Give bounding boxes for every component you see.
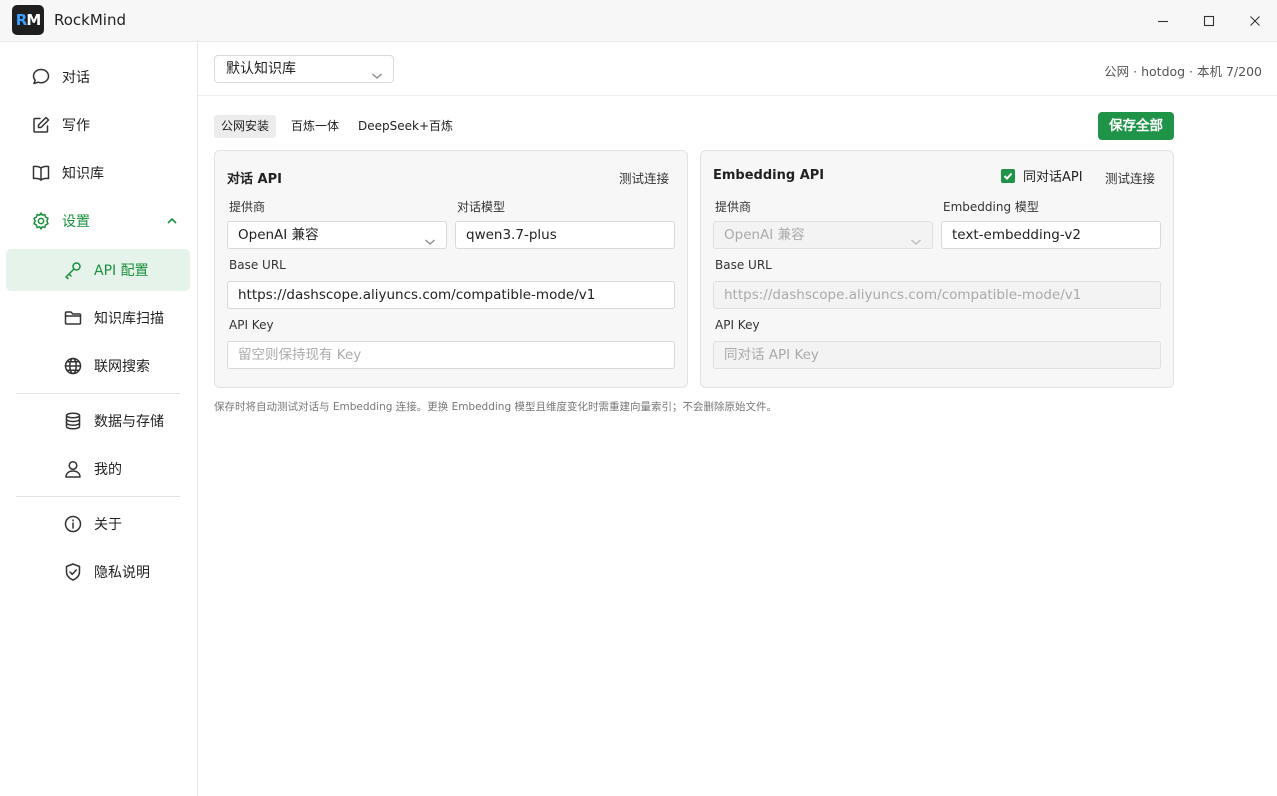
- base-url-label: Base URL: [229, 258, 286, 272]
- api-key-label: API Key: [715, 318, 760, 332]
- sidebar-item-label: 对话: [62, 70, 90, 86]
- maximize-button[interactable]: [1194, 6, 1224, 36]
- sidebar-item-label: 写作: [62, 118, 90, 134]
- gear-icon: [30, 210, 52, 232]
- sidebar-item-kb-scan[interactable]: 知识库扫描: [6, 297, 190, 339]
- save-all-button[interactable]: 保存全部: [1098, 112, 1174, 140]
- sidebar-item-label: 知识库: [62, 166, 104, 182]
- same-as-chat-label: 同对话API: [1023, 170, 1083, 185]
- chevron-down-icon: [371, 64, 383, 90]
- help-note: 保存时将自动测试对话与 Embedding 连接。更换 Embedding 模型…: [214, 401, 777, 413]
- logo-letter-m: M: [26, 11, 41, 29]
- chat-model-input[interactable]: qwen3.7-plus: [455, 221, 675, 249]
- chevron-down-icon: [424, 230, 436, 248]
- sidebar-item-about[interactable]: 关于: [6, 503, 190, 545]
- sidebar-item-label: 知识库扫描: [94, 311, 164, 327]
- sidebar-item-api-config[interactable]: API 配置: [6, 249, 190, 291]
- sidebar-item-label: 联网搜索: [94, 359, 150, 375]
- test-connection-button[interactable]: 测试连接: [619, 168, 669, 187]
- chat-bubble-icon: [30, 66, 52, 88]
- model-label: 对话模型: [457, 200, 506, 214]
- chevron-down-icon: [910, 230, 922, 248]
- provider-select-value: OpenAI 兼容: [724, 227, 805, 243]
- sidebar-item-chat[interactable]: 对话: [6, 56, 190, 98]
- provider-label: 提供商: [715, 200, 752, 214]
- sidebar-item-data-storage[interactable]: 数据与存储: [6, 400, 190, 442]
- minimize-icon: [1158, 20, 1168, 23]
- tab-preset-bailian[interactable]: 百炼一体: [284, 115, 346, 138]
- close-icon: [1250, 16, 1260, 26]
- test-connection-button[interactable]: 测试连接: [1105, 168, 1155, 187]
- knowledge-base-select[interactable]: 默认知识库: [214, 55, 394, 83]
- card-title: 对话 API: [227, 172, 282, 187]
- api-key-label: API Key: [229, 318, 274, 332]
- globe-icon: [62, 355, 84, 377]
- provider-label: 提供商: [229, 200, 266, 214]
- sidebar-item-label: 关于: [94, 517, 122, 533]
- embedding-model-input[interactable]: text-embedding-v2: [941, 221, 1161, 249]
- sidebar-divider: [16, 496, 180, 497]
- api-key-input[interactable]: 留空则保持现有 Key: [227, 341, 675, 369]
- book-icon: [30, 162, 52, 184]
- tab-preset-deepseek-bailian[interactable]: DeepSeek+百炼: [351, 115, 460, 138]
- title-bar: RM RockMind: [0, 0, 1277, 42]
- shield-check-icon: [62, 561, 84, 583]
- sidebar-item-label: 我的: [94, 462, 122, 478]
- sidebar: 对话 写作 知识库 设置 API 配置 知识库扫描 联网搜索 数据与存储 我的 …: [0, 43, 198, 796]
- key-icon: [62, 259, 84, 281]
- status-text: 公网 · hotdog · 本机 7/200: [1104, 64, 1262, 79]
- database-icon: [62, 410, 84, 432]
- maximize-icon: [1203, 15, 1215, 27]
- same-as-chat-checkbox[interactable]: 同对话API: [1001, 166, 1083, 185]
- base-url-input[interactable]: https://dashscope.aliyuncs.com/compatibl…: [227, 281, 675, 309]
- info-icon: [62, 513, 84, 535]
- api-key-input: 同对话 API Key: [713, 341, 1161, 369]
- provider-select: OpenAI 兼容: [713, 221, 933, 249]
- card-title: Embedding API: [713, 168, 825, 183]
- tab-preset-public[interactable]: 公网安装: [214, 115, 277, 138]
- base-url-label: Base URL: [715, 258, 772, 272]
- base-url-input: https://dashscope.aliyuncs.com/compatibl…: [713, 281, 1161, 309]
- sidebar-item-label: API 配置: [94, 263, 149, 279]
- minimize-button[interactable]: [1148, 6, 1178, 36]
- provider-select[interactable]: OpenAI 兼容: [227, 221, 447, 249]
- app-logo: RM: [12, 5, 44, 35]
- knowledge-base-select-value: 默认知识库: [226, 61, 296, 77]
- chevron-up-icon: [166, 215, 178, 231]
- checkbox-checked-icon: [1001, 168, 1015, 183]
- embedding-model-label: Embedding 模型: [943, 200, 1039, 214]
- app-title: RockMind: [54, 11, 126, 29]
- edit-icon: [30, 114, 52, 136]
- sidebar-divider: [16, 393, 180, 394]
- logo-letter-r: R: [15, 11, 28, 29]
- sidebar-item-label: 数据与存储: [94, 414, 164, 430]
- sidebar-item-privacy[interactable]: 隐私说明: [6, 551, 190, 593]
- sidebar-item-knowledge[interactable]: 知识库: [6, 152, 190, 194]
- provider-select-value: OpenAI 兼容: [238, 227, 319, 243]
- folder-icon: [62, 307, 84, 329]
- sidebar-item-write[interactable]: 写作: [6, 104, 190, 146]
- sidebar-item-label: 隐私说明: [94, 565, 150, 581]
- embedding-api-card: Embedding API 同对话API 测试连接 提供商 Embedding …: [700, 150, 1174, 388]
- close-button[interactable]: [1240, 6, 1270, 36]
- sidebar-item-label: 设置: [62, 214, 90, 230]
- chat-api-card: 对话 API 测试连接 提供商 对话模型 OpenAI 兼容 qwen3.7-p…: [214, 150, 688, 388]
- sidebar-item-settings[interactable]: 设置: [6, 200, 190, 242]
- user-icon: [62, 458, 84, 480]
- sidebar-item-web-search[interactable]: 联网搜索: [6, 345, 190, 387]
- header-divider: [198, 95, 1277, 96]
- sidebar-item-me[interactable]: 我的: [6, 448, 190, 490]
